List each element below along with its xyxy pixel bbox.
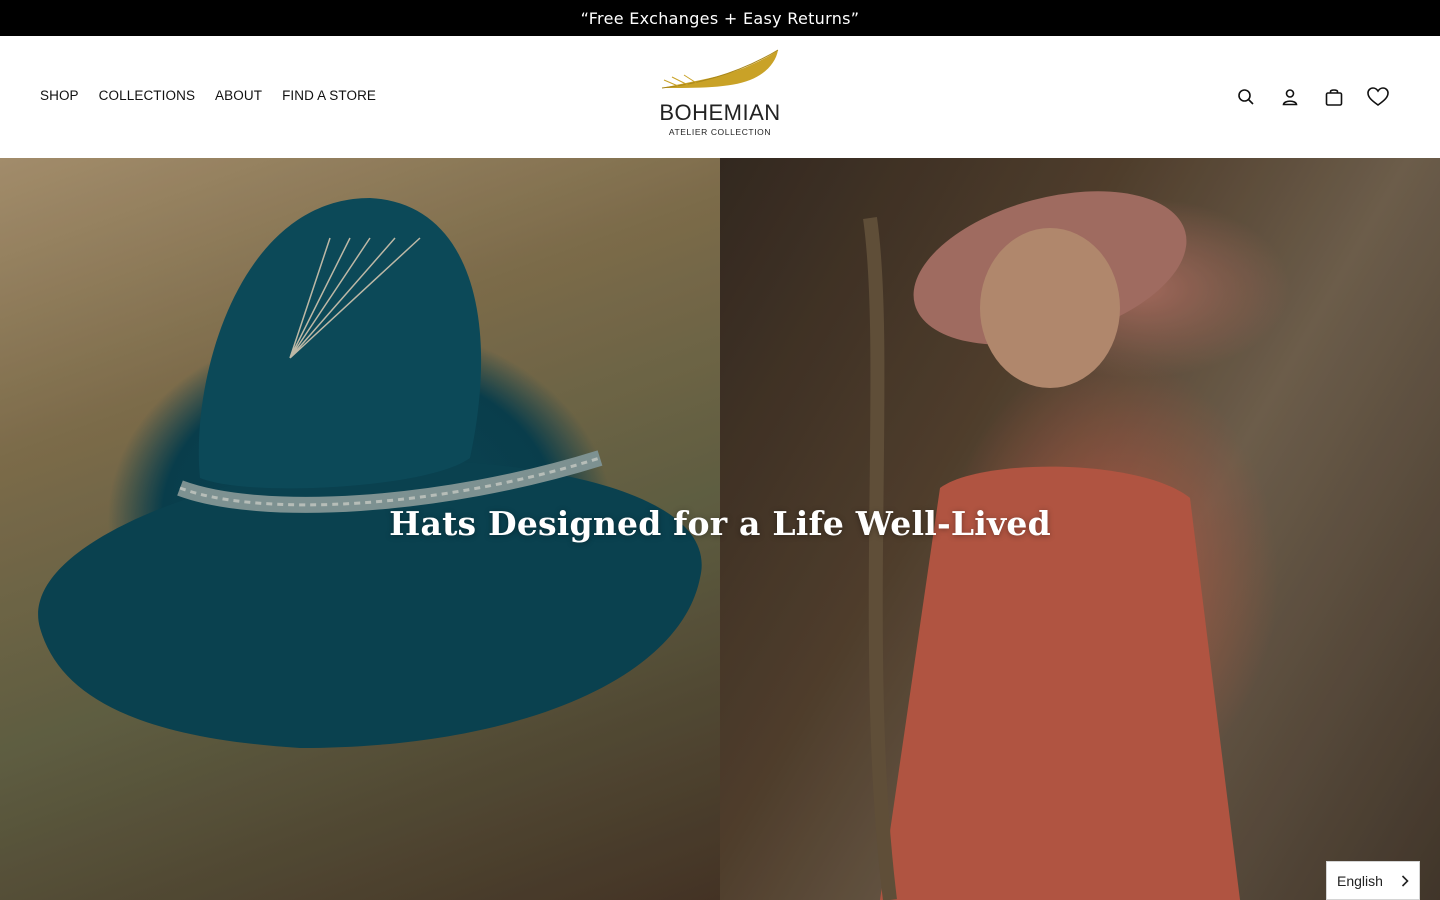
main-nav: SHOP COLLECTIONS ABOUT FIND A STORE xyxy=(40,88,376,103)
header-icons xyxy=(1234,85,1390,109)
cart-icon[interactable] xyxy=(1322,85,1346,109)
site-header: SHOP COLLECTIONS ABOUT FIND A STORE BOHE… xyxy=(0,36,1440,158)
feather-logo-icon xyxy=(661,49,779,89)
language-selector[interactable]: English xyxy=(1326,861,1420,900)
nav-collections[interactable]: COLLECTIONS xyxy=(99,88,195,103)
announcement-text: “Free Exchanges + Easy Returns” xyxy=(580,8,860,28)
nav-shop[interactable]: SHOP xyxy=(40,88,79,103)
brand-name: BOHEMIAN xyxy=(659,100,781,125)
announcement-bar: “Free Exchanges + Easy Returns” xyxy=(0,0,1440,36)
account-icon[interactable] xyxy=(1278,85,1302,109)
brand-logo[interactable]: BOHEMIAN ATELIER COLLECTION xyxy=(656,48,786,140)
search-icon[interactable] xyxy=(1234,85,1258,109)
hero-banner[interactable]: Hats Designed for a Life Well-Lived xyxy=(0,158,1440,900)
nav-find-a-store[interactable]: FIND A STORE xyxy=(282,88,376,103)
language-value: English xyxy=(1337,872,1383,889)
wishlist-icon[interactable] xyxy=(1366,85,1390,109)
chevron-right-icon xyxy=(1401,874,1409,887)
nav-about[interactable]: ABOUT xyxy=(215,88,262,103)
hero-headline: Hats Designed for a Life Well-Lived xyxy=(389,504,1051,543)
brand-tagline: ATELIER COLLECTION xyxy=(668,127,772,137)
